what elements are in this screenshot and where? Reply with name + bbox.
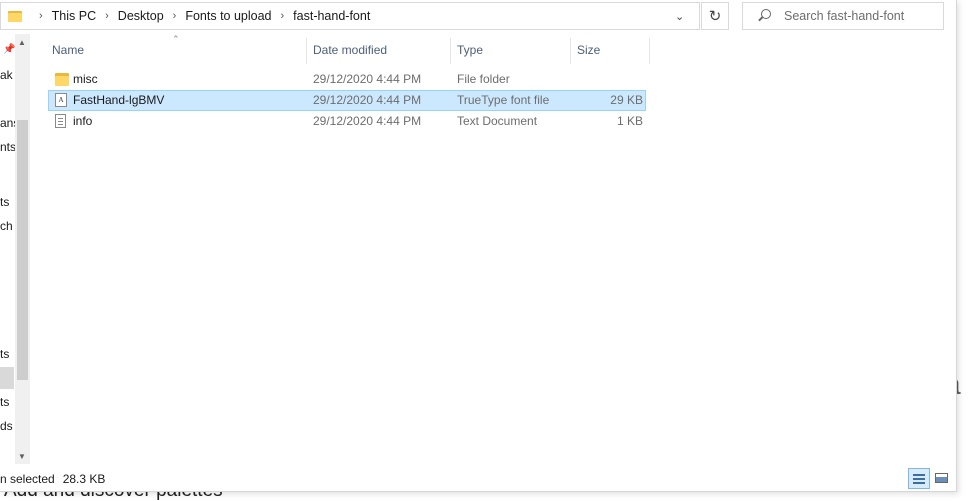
search-placeholder: Search fast-hand-font [784,9,905,23]
file-name: info [73,114,93,128]
file-type: Text Document [457,114,538,128]
file-list: ⌃ Name Date modified Type Size misc 29/1… [42,34,652,464]
refresh-icon: ↻ [708,8,722,25]
column-header-size[interactable]: Size [567,42,647,62]
refresh-button[interactable]: ↻ [701,2,729,30]
pin-icon: 📌 [3,44,16,55]
folder-icon [55,72,69,86]
nav-item[interactable]: ds [0,419,13,433]
text-file-icon [55,114,66,128]
file-type: File folder [457,72,510,86]
search-icon [757,9,771,23]
status-text: n selected 28.3 KB [0,472,105,486]
nav-item[interactable]: ts [0,395,9,409]
nav-item[interactable]: ts [0,347,9,361]
table-row[interactable]: A FastHand-lgBMV 29/12/2020 4:44 PM True… [48,90,646,111]
table-row[interactable]: misc 29/12/2020 4:44 PM File folder [48,69,646,90]
file-date: 29/12/2020 4:44 PM [313,72,422,86]
file-size: 29 KB [610,93,643,107]
scroll-down-icon[interactable]: ▼ [18,452,26,461]
details-view-button[interactable] [908,468,930,489]
nav-item-selected[interactable] [0,367,14,389]
selection-size: 28.3 KB [62,472,106,486]
navigation-pane: 📌 ak ans nts ts ch ts ts ds ▲ ▼ [0,34,30,464]
search-input[interactable]: Search fast-hand-font [742,2,944,30]
table-row[interactable]: info 29/12/2020 4:44 PM Text Document 1 … [48,111,646,132]
column-header-name[interactable]: Name [42,42,306,62]
font-file-icon: A [55,93,67,107]
chevron-right-icon[interactable]: › [105,10,109,22]
chevron-right-icon[interactable]: › [281,10,285,22]
address-bar[interactable]: › This PC › Desktop › Fonts to upload › … [0,2,700,30]
nav-item[interactable]: ch [0,219,13,233]
column-divider[interactable] [649,38,650,64]
chevron-right-icon[interactable]: › [39,10,43,22]
chevron-right-icon[interactable]: › [173,10,177,22]
file-explorer-window: › This PC › Desktop › Fonts to upload › … [0,0,957,492]
nav-item[interactable]: ts [0,195,9,209]
breadcrumb-desktop[interactable]: Desktop [118,9,164,23]
large-icons-icon [934,473,948,483]
status-bar: n selected 28.3 KB [0,466,957,492]
breadcrumb: › This PC › Desktop › Fonts to upload › … [30,9,370,23]
selection-count: n selected [0,472,55,486]
breadcrumb-fonts-to-upload[interactable]: Fonts to upload [185,9,271,23]
file-date: 29/12/2020 4:44 PM [313,93,422,107]
file-type: TrueType font file [457,93,550,107]
nav-item[interactable]: nts [0,140,16,154]
chevron-down-icon[interactable]: ⌄ [675,10,684,23]
file-size: 1 KB [616,114,643,128]
column-header-type[interactable]: Type [447,42,567,62]
breadcrumb-fast-hand-font[interactable]: fast-hand-font [293,9,370,23]
file-date: 29/12/2020 4:44 PM [313,114,422,128]
large-icons-view-button[interactable] [933,470,949,486]
scroll-up-icon[interactable]: ▲ [18,38,26,47]
breadcrumb-this-pc[interactable]: This PC [52,9,96,23]
file-name: FastHand-lgBMV [73,93,165,107]
nav-item[interactable]: ak [0,68,13,82]
column-header-date[interactable]: Date modified [303,42,447,62]
folder-icon [8,10,22,22]
nav-scrollbar-thumb[interactable] [17,120,28,380]
file-name: misc [73,72,98,86]
address-row: › This PC › Desktop › Fonts to upload › … [0,0,957,34]
